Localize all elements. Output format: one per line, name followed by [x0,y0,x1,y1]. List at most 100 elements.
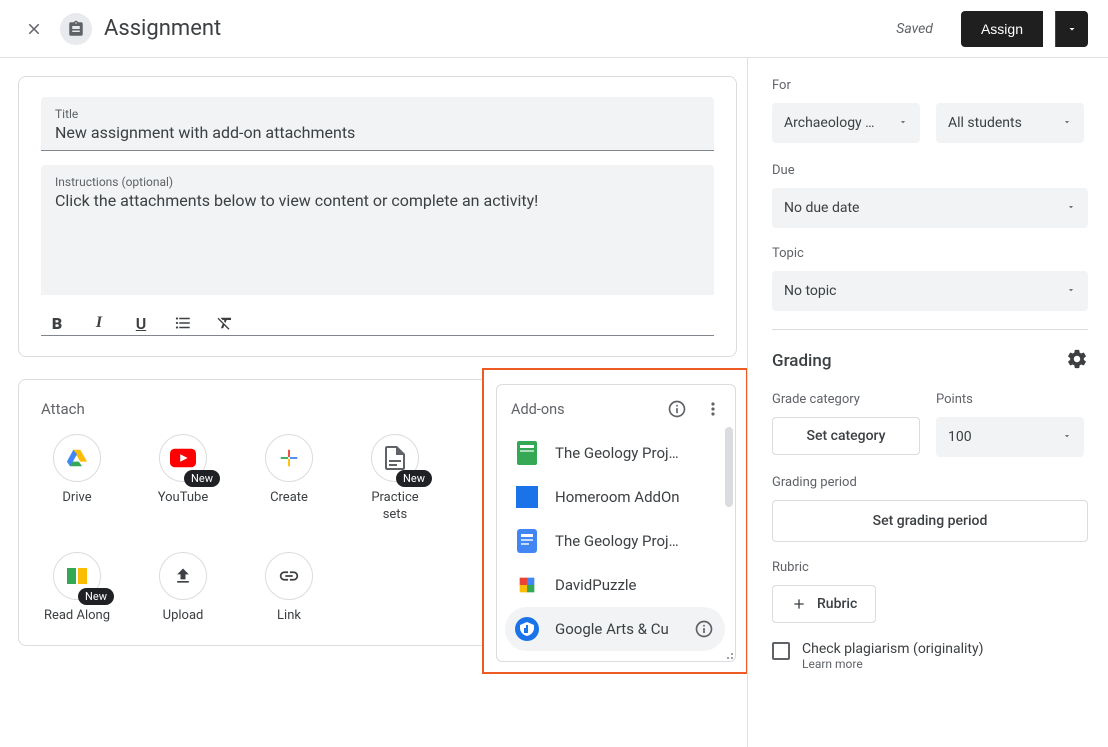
addon-icon [515,441,539,465]
youtube-icon: New [159,434,207,482]
addon-icon [515,529,539,553]
assign-dropdown-arrow[interactable] [1055,11,1088,47]
caret-down-icon [1062,431,1072,441]
underline-button[interactable]: U [131,311,151,335]
rubric-button[interactable]: Rubric [772,585,876,623]
students-value: All students [948,115,1052,131]
link-icon [265,552,313,600]
attach-item-plus[interactable]: Create [253,434,325,524]
doc-icon: New [371,434,419,482]
attach-item-drive[interactable]: Drive [41,434,113,524]
addons-title: Add-ons [511,401,655,418]
caret-down-icon [898,117,908,127]
addon-icon [515,573,539,597]
attach-item-doc[interactable]: New Practice sets [359,434,431,524]
header: Assignment Saved Assign [0,0,1108,58]
addon-icon [515,617,539,641]
clear-formatting-button[interactable] [215,311,235,335]
class-dropdown[interactable]: Archaeology … [772,103,920,143]
set-grading-period-button[interactable]: Set grading period [772,500,1088,542]
italic-button[interactable]: I [89,311,109,335]
read-icon: New [53,552,101,600]
grading-settings-button[interactable] [1066,348,1088,374]
addons-scrollbar[interactable] [725,427,733,507]
attach-item-upload[interactable]: Upload [147,552,219,625]
plagiarism-label: Check plagiarism (originality) [802,641,983,657]
due-value: No due date [784,200,1056,216]
addon-item[interactable]: Homeroom AddOn [505,475,725,519]
topic-dropdown[interactable]: No topic [772,271,1088,311]
learn-more-link[interactable]: Learn more [802,657,983,671]
new-badge: New [78,588,114,605]
addon-label: Google Arts & Cu [555,620,677,638]
points-dropdown[interactable]: 100 [936,417,1084,457]
saved-status: Saved [896,21,933,37]
attach-item-label: Practice sets [359,490,431,524]
rubric-label: Rubric [772,560,1088,575]
attach-item-label: Upload [163,608,204,625]
new-badge: New [184,470,220,487]
attach-item-label: YouTube [158,490,209,507]
more-vert-icon [703,399,723,419]
attach-item-youtube[interactable]: New YouTube [147,434,219,524]
title-input[interactable] [55,121,700,142]
attach-card: Attach DriveNewYouTubeCreateNewPractice … [18,379,737,646]
grading-title: Grading [772,351,831,371]
caret-down-icon [1062,117,1072,127]
resize-handle-icon[interactable] [721,647,733,659]
addon-item[interactable]: DavidPuzzle [505,563,725,607]
addons-info-button[interactable] [663,395,691,423]
rubric-button-label: Rubric [817,596,857,612]
instructions-field-group[interactable]: Instructions (optional) Click the attach… [41,165,714,295]
attach-item-label: Drive [62,490,91,507]
upload-icon [159,552,207,600]
assign-button[interactable]: Assign [961,11,1043,47]
main-content: Title Instructions (optional) Click the … [0,58,748,747]
content-card: Title Instructions (optional) Click the … [18,76,737,357]
set-category-button[interactable]: Set category [772,417,920,455]
attach-item-label: Read Along [44,608,110,625]
bulleted-list-button[interactable] [173,311,193,335]
topic-label: Topic [772,246,1088,261]
drive-icon [53,434,101,482]
list-icon [174,314,192,332]
caret-down-icon [1066,23,1078,35]
formatting-toolbar: B I U [41,299,714,336]
addon-item[interactable]: The Geology Proj… [505,519,725,563]
title-field-group[interactable]: Title [41,97,714,151]
instructions-input[interactable]: Click the attachments below to view cont… [55,189,700,210]
title-label: Title [55,107,700,121]
addons-list: The Geology Proj… Homeroom AddOn The Geolo… [497,429,735,661]
class-value: Archaeology … [784,115,888,131]
addon-item[interactable]: Google Arts & Cu [505,607,725,651]
plagiarism-checkbox[interactable] [772,642,790,660]
addon-label: Homeroom AddOn [555,488,715,506]
due-dropdown[interactable]: No due date [772,188,1088,228]
addon-label: The Geology Proj… [555,444,715,462]
attach-item-link[interactable]: Link [253,552,325,625]
points-label: Points [936,392,1084,407]
info-icon [667,399,687,419]
addon-label: The Geology Proj… [555,532,715,550]
new-badge: New [396,470,432,487]
close-icon [25,20,43,38]
addons-more-button[interactable] [699,395,727,423]
attach-grid: DriveNewYouTubeCreateNewPractice setsNew… [41,434,491,625]
students-dropdown[interactable]: All students [936,103,1084,143]
assignment-icon [60,13,92,45]
attach-item-read[interactable]: New Read Along [41,552,113,625]
gear-icon [1066,348,1088,370]
bold-button[interactable]: B [47,311,67,335]
clear-format-icon [216,314,234,332]
attach-item-label: Create [270,490,308,507]
addon-item[interactable]: The Geology Proj… [505,431,725,475]
close-button[interactable] [20,15,48,43]
attach-item-label: Link [277,608,301,625]
caret-down-icon [1066,285,1076,295]
instructions-label: Instructions (optional) [55,175,700,189]
due-label: Due [772,163,1088,178]
addon-info-button[interactable] [693,618,715,640]
points-value: 100 [948,429,1052,445]
grade-category-label: Grade category [772,392,920,407]
topic-value: No topic [784,283,1056,299]
